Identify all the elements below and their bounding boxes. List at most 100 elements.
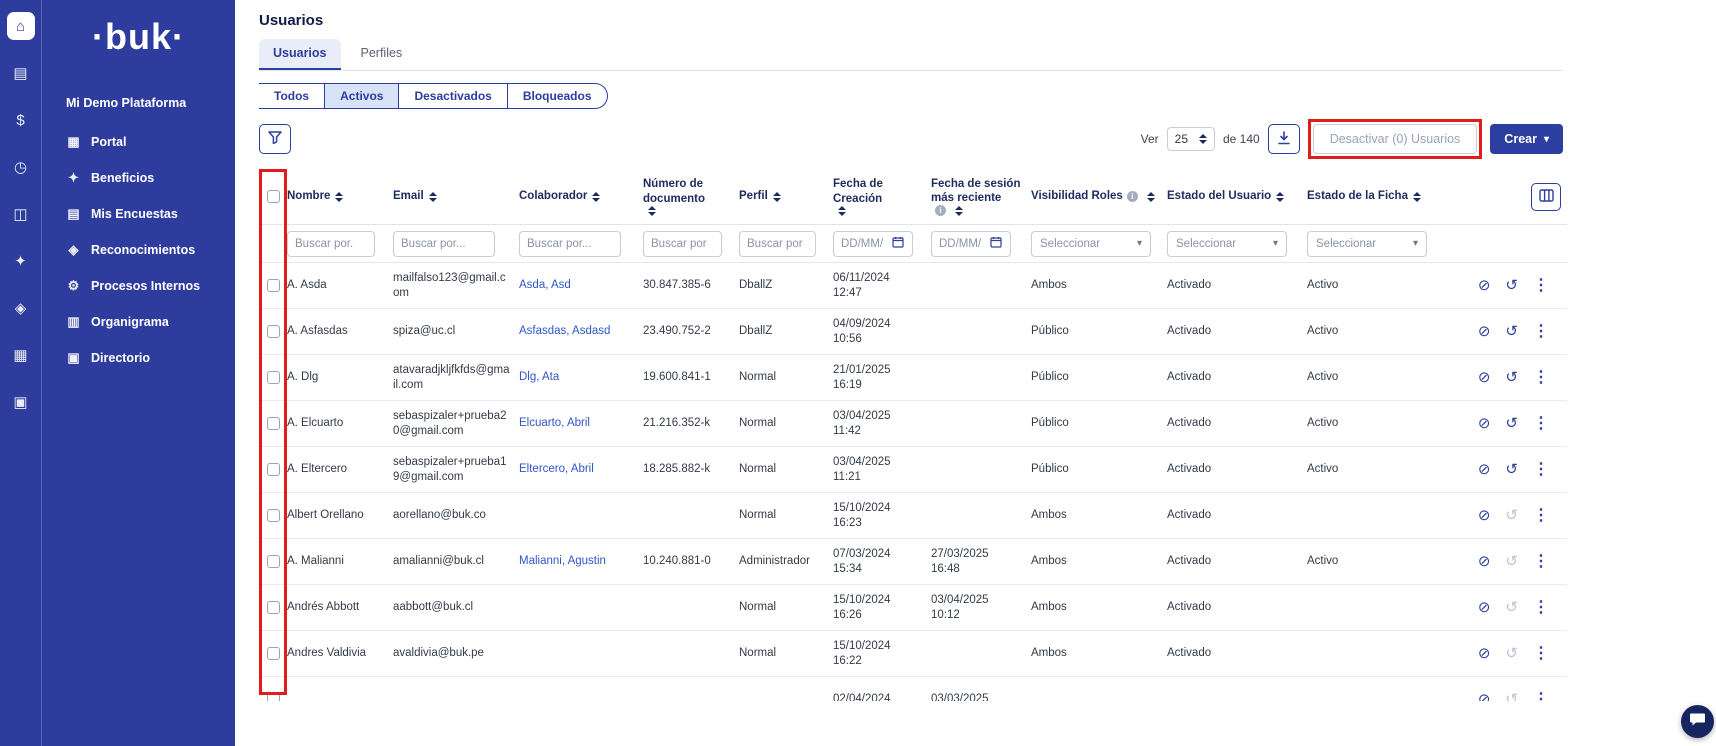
column-header-colaborador[interactable]: Colaborador [519, 189, 643, 203]
rail-icon-education[interactable]: ◈ [7, 294, 35, 322]
filter-bloqueados[interactable]: Bloqueados [508, 83, 608, 109]
sidebar-item-mis-encuestas[interactable]: ▤ Mis Encuestas [42, 196, 235, 232]
row-checkbox[interactable] [267, 647, 280, 660]
rail-icon-archive[interactable]: ▣ [7, 388, 35, 416]
filter-documento-input[interactable] [643, 231, 722, 257]
select-all-checkbox[interactable] [267, 190, 280, 203]
sidebar-item-directorio[interactable]: ▣ Directorio [42, 340, 235, 376]
column-header-nombre[interactable]: Nombre [287, 189, 393, 203]
row-checkbox[interactable] [267, 555, 280, 568]
deactivate-user-icon[interactable]: ⊘ [1478, 416, 1491, 431]
calendar-icon[interactable] [990, 235, 1002, 253]
reset-password-icon[interactable]: ↺ [1505, 646, 1518, 661]
filter-fecha-sesion-input[interactable] [931, 231, 1011, 257]
row-menu-icon[interactable]: ⋮ [1533, 324, 1549, 340]
row-menu-icon[interactable]: ⋮ [1533, 646, 1549, 662]
deactivate-users-button[interactable]: Desactivar (0) Usuarios [1313, 124, 1478, 154]
reset-password-icon[interactable]: ↺ [1505, 462, 1518, 477]
row-checkbox[interactable] [267, 417, 280, 430]
rail-icon-documents[interactable]: ▦ [7, 341, 35, 369]
column-header-perfil[interactable]: Perfil [739, 189, 833, 203]
deactivate-user-icon[interactable]: ⊘ [1478, 370, 1491, 385]
row-menu-icon[interactable]: ⋮ [1533, 554, 1549, 570]
colaborador-link[interactable]: Dlg, Ata [519, 371, 559, 383]
reset-password-icon[interactable]: ↺ [1505, 324, 1518, 339]
filter-colaborador-input[interactable] [519, 231, 621, 257]
page-size-select[interactable]: 25 [1167, 127, 1215, 151]
deactivate-user-icon[interactable]: ⊘ [1478, 600, 1491, 615]
rail-icon-performance[interactable]: ◫ [7, 200, 35, 228]
row-checkbox[interactable] [267, 693, 280, 701]
sidebar-item-reconocimientos[interactable]: ◈ Reconocimientos [42, 232, 235, 268]
reset-password-icon[interactable]: ↺ [1505, 370, 1518, 385]
buk-logo[interactable]: ·buk· [42, 16, 235, 58]
deactivate-user-icon[interactable]: ⊘ [1478, 278, 1491, 293]
rail-icon-time[interactable]: ◷ [7, 153, 35, 181]
reset-password-icon[interactable]: ↺ [1505, 416, 1518, 431]
row-checkbox[interactable] [267, 601, 280, 614]
date-input[interactable] [939, 233, 987, 255]
reset-password-icon[interactable]: ↺ [1505, 692, 1518, 701]
reset-password-icon[interactable]: ↺ [1505, 554, 1518, 569]
rail-icon-home[interactable]: ⌂ [7, 12, 35, 40]
date-input[interactable] [841, 233, 889, 255]
column-settings-button[interactable] [1531, 183, 1561, 211]
column-header-email[interactable]: Email [393, 189, 519, 203]
row-checkbox[interactable] [267, 509, 280, 522]
rail-icon-benefits[interactable]: ✦ [7, 247, 35, 275]
rail-icon-money[interactable]: $ [7, 106, 35, 134]
sidebar-item-beneficios[interactable]: ✦ Beneficios [42, 160, 235, 196]
filter-button[interactable] [259, 124, 291, 154]
sidebar-item-procesos-internos[interactable]: ⚙ Procesos Internos [42, 268, 235, 304]
filter-email-input[interactable] [393, 231, 495, 257]
create-button[interactable]: Crear ▾ [1490, 124, 1563, 154]
filter-activos[interactable]: Activos [325, 83, 399, 109]
row-checkbox[interactable] [267, 325, 280, 338]
deactivate-user-icon[interactable]: ⊘ [1478, 508, 1491, 523]
colaborador-link[interactable]: Asfasdas, Asdasd [519, 325, 610, 337]
filter-todos[interactable]: Todos [259, 83, 325, 109]
sidebar-item-organigrama[interactable]: ▥ Organigrama [42, 304, 235, 340]
chat-bubble-button[interactable] [1681, 705, 1714, 738]
deactivate-user-icon[interactable]: ⊘ [1478, 324, 1491, 339]
deactivate-user-icon[interactable]: ⊘ [1478, 646, 1491, 661]
filter-nombre-input[interactable] [287, 231, 375, 257]
colaborador-link[interactable]: Malianni, Agustin [519, 555, 606, 567]
filter-fecha-creacion-input[interactable] [833, 231, 913, 257]
row-menu-icon[interactable]: ⋮ [1533, 370, 1549, 386]
sidebar-item-portal[interactable]: ▦ Portal [42, 124, 235, 160]
row-checkbox[interactable] [267, 463, 280, 476]
info-icon[interactable]: i [1127, 191, 1138, 202]
rail-icon-tasks[interactable]: ▤ [7, 59, 35, 87]
colaborador-link[interactable]: Elcuarto, Abril [519, 417, 590, 429]
row-checkbox[interactable] [267, 279, 280, 292]
reset-password-icon[interactable]: ↺ [1505, 600, 1518, 615]
row-menu-icon[interactable]: ⋮ [1533, 278, 1549, 294]
deactivate-user-icon[interactable]: ⊘ [1478, 462, 1491, 477]
deactivate-user-icon[interactable]: ⊘ [1478, 554, 1491, 569]
tab-usuarios[interactable]: Usuarios [259, 39, 341, 70]
tab-perfiles[interactable]: Perfiles [347, 39, 417, 70]
column-header-estado-ficha[interactable]: Estado de la Ficha [1307, 189, 1447, 203]
reset-password-icon[interactable]: ↺ [1505, 508, 1518, 523]
row-menu-icon[interactable]: ⋮ [1533, 462, 1549, 478]
filter-visibilidad-select[interactable]: Seleccionar ▾ [1031, 231, 1151, 257]
reset-password-icon[interactable]: ↺ [1505, 278, 1518, 293]
info-icon[interactable]: i [935, 205, 946, 216]
deactivate-user-icon[interactable]: ⊘ [1478, 692, 1491, 701]
column-header-fecha-creacion[interactable]: Fecha de Creación [833, 177, 931, 216]
column-header-visibilidad[interactable]: Visibilidad Roles i [1031, 189, 1167, 203]
column-header-fecha-sesion[interactable]: Fecha de sesión más reciente i [931, 177, 1031, 217]
filter-perfil-input[interactable] [739, 231, 816, 257]
filter-estado-usuario-select[interactable]: Seleccionar ▾ [1167, 231, 1287, 257]
row-checkbox[interactable] [267, 371, 280, 384]
row-menu-icon[interactable]: ⋮ [1533, 692, 1549, 702]
colaborador-link[interactable]: Eltercero, Abril [519, 463, 594, 475]
column-header-documento[interactable]: Número de documento [643, 177, 739, 216]
row-menu-icon[interactable]: ⋮ [1533, 508, 1549, 524]
row-menu-icon[interactable]: ⋮ [1533, 416, 1549, 432]
export-button[interactable] [1268, 124, 1300, 154]
colaborador-link[interactable]: Asda, Asd [519, 279, 571, 291]
filter-estado-ficha-select[interactable]: Seleccionar ▾ [1307, 231, 1427, 257]
calendar-icon[interactable] [892, 235, 904, 253]
